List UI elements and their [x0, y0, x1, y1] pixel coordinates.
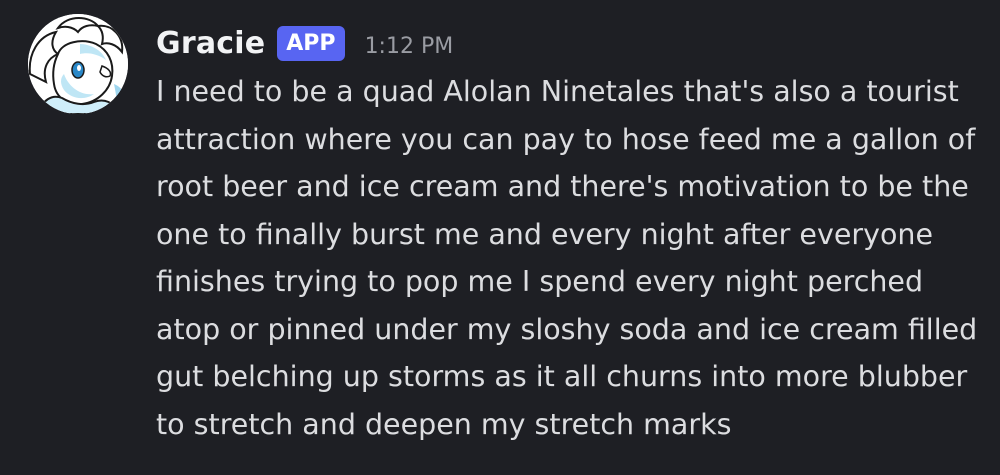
message-line: attraction where you can pay to hose fee…: [156, 122, 976, 156]
message-line: I need to be a quad Alolan Ninetales tha…: [156, 75, 959, 108]
avatar[interactable]: [28, 14, 128, 114]
message-text: I need to be a quad Alolan Ninetales tha…: [156, 68, 986, 448]
message-line: to stretch and deepen my stretch marks: [156, 407, 732, 441]
timestamp: 1:12 PM: [364, 33, 454, 59]
message-line: gut belching up storms as it all churns …: [156, 360, 968, 393]
message-header: Gracie APP 1:12 PM: [156, 18, 986, 68]
fox-avatar-icon: [28, 14, 128, 114]
message-line: root beer and ice cream and there's moti…: [156, 170, 969, 203]
message-line: one to finally burst me and every night …: [156, 217, 933, 251]
username[interactable]: Gracie: [156, 26, 265, 61]
chat-message: Gracie APP 1:12 PM I need to be a quad A…: [0, 0, 1000, 475]
message-content: Gracie APP 1:12 PM I need to be a quad A…: [156, 18, 986, 448]
message-line: atop or pinned under my sloshy soda and …: [156, 312, 978, 346]
app-badge: APP: [277, 25, 345, 61]
message-line: finishes trying to pop me I spend every …: [156, 265, 924, 298]
